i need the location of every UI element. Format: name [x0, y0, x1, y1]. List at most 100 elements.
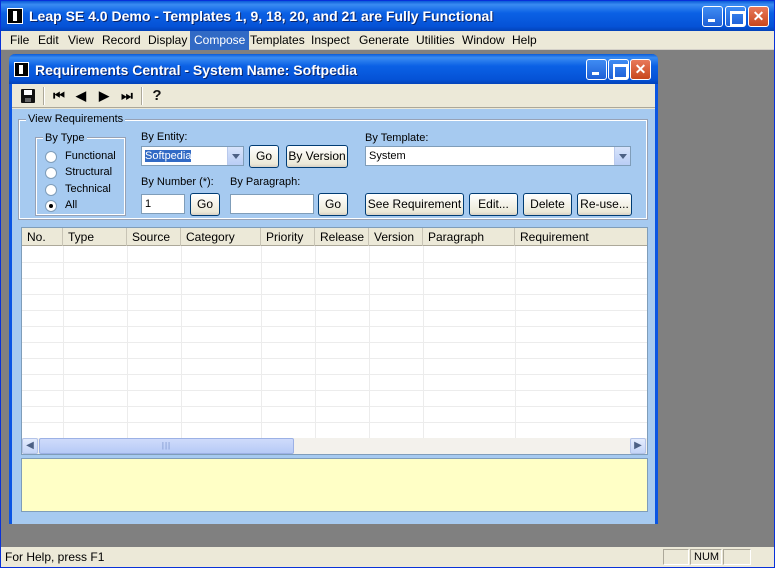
column-header-source[interactable]: Source: [127, 228, 181, 246]
close-button[interactable]: ✕: [748, 6, 769, 27]
entity-go-button[interactable]: Go: [249, 145, 279, 168]
menu-utilities[interactable]: Utilities: [412, 31, 459, 50]
next-record-button[interactable]: ▶: [94, 86, 114, 106]
menu-file[interactable]: File: [6, 31, 33, 50]
delete-button[interactable]: Delete: [523, 193, 572, 216]
previous-record-button[interactable]: ◀: [71, 86, 91, 106]
child-title: Requirements Central - System Name: Soft…: [35, 62, 358, 78]
grid-column-line: [423, 246, 424, 438]
requirement-text-memo[interactable]: [21, 458, 648, 512]
close-icon: ✕: [634, 61, 647, 77]
radio-technical-label: Technical: [65, 183, 111, 195]
number-field[interactable]: 1: [141, 194, 185, 214]
status-bar: For Help, press F1 NUM: [1, 547, 774, 567]
by-paragraph-label: By Paragraph:: [230, 176, 301, 188]
see-requirement-button[interactable]: See Requirement: [365, 193, 464, 216]
by-version-button[interactable]: By Version: [286, 145, 348, 168]
requirements-grid[interactable]: No. Type Source Category Priority Releas…: [21, 227, 648, 455]
content-area: View Requirements By Type Functional Str…: [12, 109, 655, 524]
status-help-text: For Help, press F1: [5, 550, 105, 564]
record-toolbar: ⏮ ◀ ▶ ⏭ ?: [12, 84, 655, 108]
edit-button[interactable]: Edit...: [469, 193, 518, 216]
grid-row-line: [22, 262, 647, 263]
radio-all[interactable]: [45, 200, 57, 212]
radio-functional-label: Functional: [65, 150, 116, 162]
reuse-button[interactable]: Re-use...: [577, 193, 632, 216]
menu-templates[interactable]: Templates: [246, 31, 309, 50]
app-titlebar: Leap SE 4.0 Demo - Templates 1, 9, 18, 2…: [1, 1, 774, 31]
grid-row-line: [22, 342, 647, 343]
grid-column-line: [369, 246, 370, 438]
app-window: Leap SE 4.0 Demo - Templates 1, 9, 18, 2…: [0, 0, 775, 568]
chevron-down-icon[interactable]: [227, 147, 243, 165]
app-logo-icon: [7, 8, 23, 24]
radio-functional[interactable]: [45, 151, 57, 163]
column-header-release[interactable]: Release: [315, 228, 369, 246]
grid-column-line: [63, 246, 64, 438]
scroll-thumb[interactable]: |||: [39, 438, 294, 454]
grid-row-line: [22, 294, 647, 295]
paragraph-go-button[interactable]: Go: [318, 193, 348, 216]
scroll-left-icon[interactable]: ◀: [22, 438, 38, 454]
grid-column-line: [315, 246, 316, 438]
child-minimize-button[interactable]: [586, 59, 607, 80]
grid-header: No. Type Source Category Priority Releas…: [22, 228, 647, 246]
column-header-requirement[interactable]: Requirement: [515, 228, 647, 246]
last-record-button[interactable]: ⏭: [117, 86, 137, 106]
grid-row-line: [22, 406, 647, 407]
menu-view[interactable]: View: [64, 31, 98, 50]
column-header-paragraph[interactable]: Paragraph: [423, 228, 515, 246]
menu-display[interactable]: Display: [144, 31, 191, 50]
save-button[interactable]: [18, 86, 38, 106]
grid-row-line: [22, 390, 647, 391]
grid-row-line: [22, 422, 647, 423]
column-header-category[interactable]: Category: [181, 228, 261, 246]
radio-all-label: All: [65, 199, 78, 211]
grid-row-line: [22, 374, 647, 375]
maximize-icon: [726, 7, 745, 26]
radio-structural-label: Structural: [65, 166, 113, 178]
radio-technical[interactable]: [45, 184, 57, 196]
app-title: Leap SE 4.0 Demo - Templates 1, 9, 18, 2…: [29, 8, 494, 24]
menu-edit[interactable]: Edit: [34, 31, 63, 50]
menu-compose[interactable]: Compose: [190, 31, 250, 50]
menu-bar: File Edit View Record Display Compose Te…: [1, 31, 774, 50]
menu-inspect[interactable]: Inspect: [307, 31, 354, 50]
child-close-button[interactable]: ✕: [630, 59, 651, 80]
last-record-icon: ⏭: [121, 88, 133, 103]
column-header-priority[interactable]: Priority: [261, 228, 315, 246]
column-header-no[interactable]: No.: [22, 228, 63, 246]
paragraph-field[interactable]: [230, 194, 314, 214]
requirements-central-window: Requirements Central - System Name: Soft…: [9, 54, 658, 524]
by-type-legend: By Type: [43, 132, 87, 144]
minimize-icon: [587, 60, 606, 79]
entity-combo[interactable]: Softpedia: [141, 146, 244, 166]
column-header-version[interactable]: Version: [369, 228, 423, 246]
save-icon: [21, 89, 35, 103]
view-requirements-legend: View Requirements: [26, 113, 126, 125]
column-header-type[interactable]: Type: [63, 228, 127, 246]
template-combo[interactable]: System: [365, 146, 631, 166]
view-requirements-group: View Requirements By Type Functional Str…: [18, 113, 648, 220]
menu-generate[interactable]: Generate: [355, 31, 413, 50]
first-record-button[interactable]: ⏮: [49, 86, 69, 106]
menu-window[interactable]: Window: [458, 31, 509, 50]
scroll-right-icon[interactable]: ▶: [630, 438, 646, 454]
previous-record-icon: ◀: [76, 88, 86, 103]
minimize-icon: [703, 7, 722, 26]
by-number-label: By Number (*):: [141, 176, 214, 188]
menu-record[interactable]: Record: [98, 31, 145, 50]
by-template-label: By Template:: [365, 132, 429, 144]
chevron-down-icon[interactable]: [614, 147, 630, 165]
help-icon: ?: [152, 87, 162, 104]
radio-structural[interactable]: [45, 167, 57, 179]
help-button[interactable]: ?: [147, 86, 167, 106]
horizontal-scrollbar[interactable]: ◀ ||| ▶: [22, 438, 647, 454]
grid-row-line: [22, 358, 647, 359]
maximize-button[interactable]: [725, 6, 746, 27]
number-go-button[interactable]: Go: [190, 193, 220, 216]
template-value: System: [369, 150, 406, 162]
minimize-button[interactable]: [702, 6, 723, 27]
menu-help[interactable]: Help: [508, 31, 541, 50]
child-maximize-button[interactable]: [608, 59, 629, 80]
